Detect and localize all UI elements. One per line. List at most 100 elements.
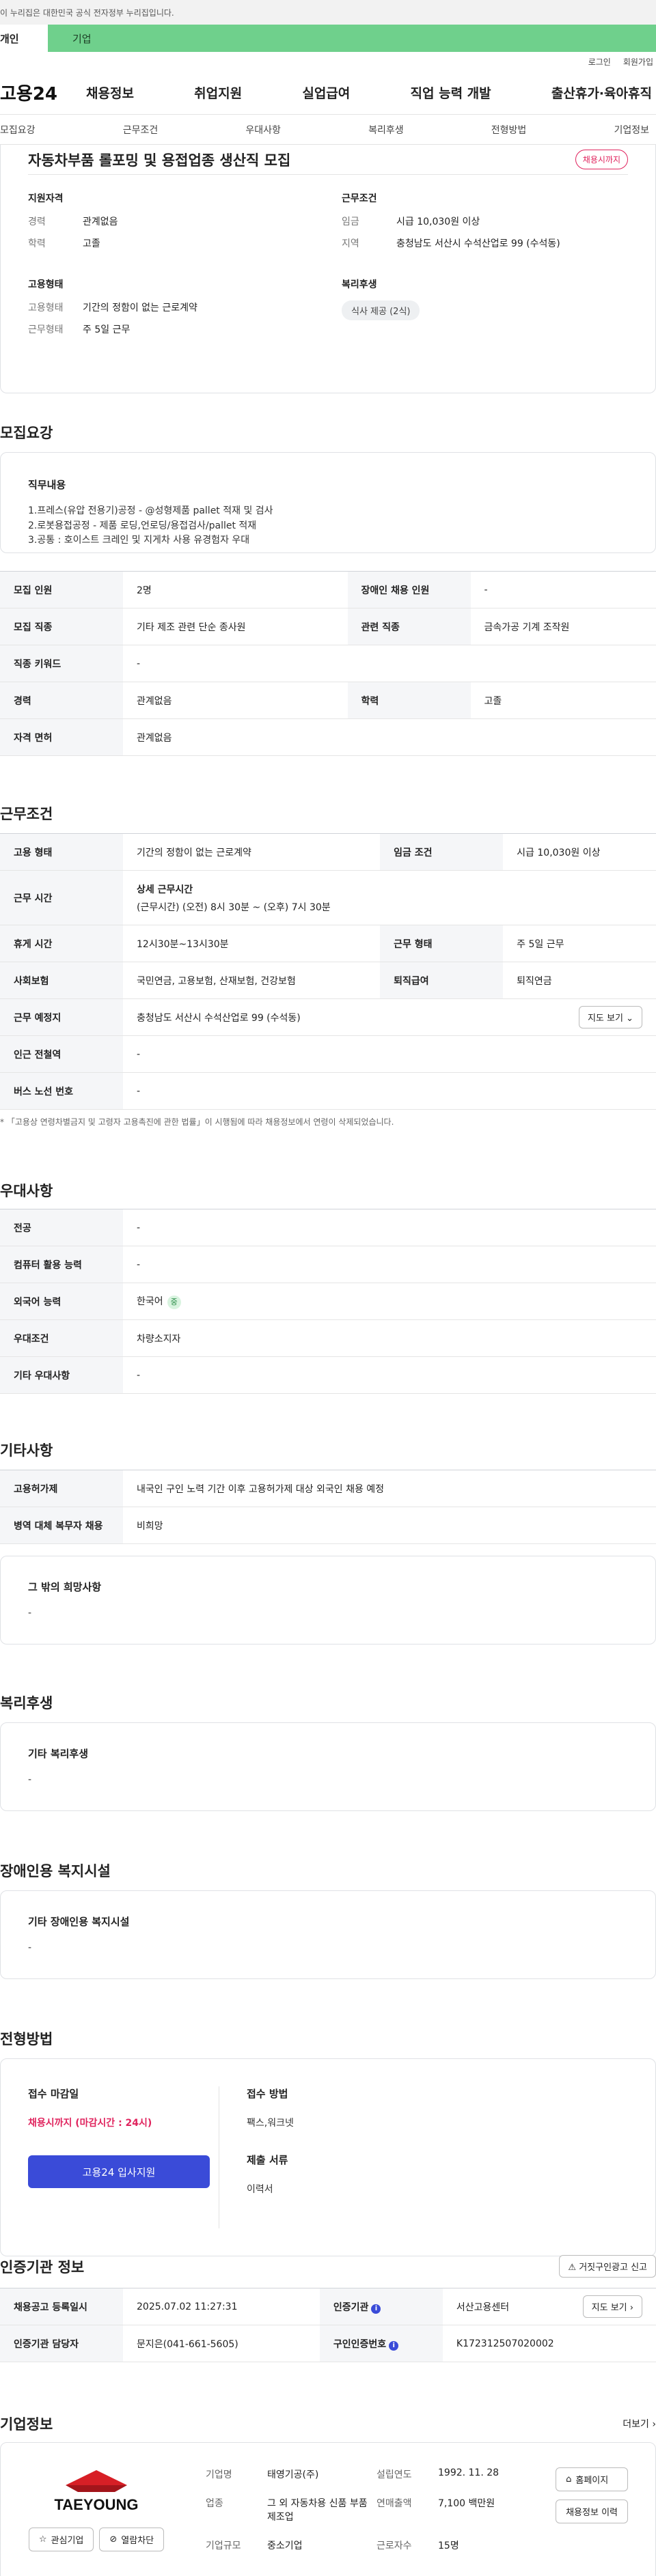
cert-no-key: 구인인증번호 i [319,2325,443,2362]
gnb-item[interactable]: 실업급여 [302,83,350,102]
agency-map-button[interactable]: 지도 보기 › [582,2295,642,2318]
section-tab[interactable]: 전형방법 [491,123,527,137]
company-logo: TAEYOUNG [54,2470,139,2513]
gnb-item[interactable]: 취업지원 [194,83,242,102]
process-card: 접수 마감일 채용시까지 (마감시간 : 24시) 고용24 입사지원 접수 방… [0,2058,656,2256]
signup-link[interactable]: 회원가입 [623,56,653,68]
td-cell: 고졸 [470,682,656,719]
info-icon[interactable]: i [389,2340,399,2351]
gnb-item[interactable]: 출산휴가·육아휴직 [551,83,652,102]
section-tabs: 모집요강 근무조건 우대사항 복리후생 전형방법 기업정보 [0,115,656,145]
etc-section-title: 기타사항 [0,1442,53,1459]
sales-key: 연매출액 [377,2498,412,2509]
block-view-button[interactable]: ⊘ 열람차단 [99,2528,165,2551]
location-cell: 충청남도 서산시 수석산업로 99 (수석동) 지도 보기 ⌄ [123,998,656,1036]
employment-heading: 고용형태 [28,279,64,290]
chevron-down-icon: ⌄ [626,1013,633,1024]
site-tabs: 개인 기업 [0,25,656,52]
gov-banner-text: 이 누리집은 대한민국 공식 전자정부 누리집입니다. [0,8,174,18]
language-cell: 한국어 중 [123,1283,656,1320]
report-button[interactable]: ⚠ 거짓구인광고 신고 [559,2255,656,2278]
emptype-value: 기간의 정함이 없는 근로계약 [83,303,197,313]
site-logo[interactable]: 고용24 [0,80,86,105]
th-cell: 근무 형태 [380,925,504,962]
agency-key-label: 인증기관 [333,2301,369,2313]
gnb-item[interactable]: 채용정보 [86,83,134,102]
job-history-button[interactable]: 채용정보 이력 [556,2500,628,2523]
table-row: 병역 대체 복무자 채용 비희망 [0,1507,656,1544]
th-cell: 장애인 채용 인원 [347,571,471,608]
chevron-right-icon: › [629,2303,633,2313]
th-cell: 병역 대체 복무자 채용 [0,1507,123,1544]
agency-name-cell: 서산고용센터 지도 보기 › [442,2288,656,2325]
favorite-company-button[interactable]: ☆ 관심기업 [28,2528,94,2551]
agency-map-label: 지도 보기 [591,2303,627,2313]
company-size-value: 중소기업 [267,2540,303,2551]
info-icon[interactable]: i [371,2304,381,2314]
career-value: 관계없음 [83,216,118,227]
homepage-button[interactable]: ⌂ 홈페이지 [556,2467,628,2491]
other-wish-text: - [28,1608,32,1619]
region-key: 지역 [342,238,359,249]
td-cell: 관계없음 [123,718,656,756]
qualification-block: 지원자격 경력 관계없음 학력 고졸 [28,191,314,258]
disabled-box-text: - [28,1942,32,1953]
section-tab[interactable]: 모집요강 [0,123,36,137]
table-row: 직종 키워드 - [0,645,656,682]
tab-personal[interactable]: 개인 [0,25,48,52]
report-label: 거짓구인광고 신고 [579,2263,647,2273]
career-key: 경력 [28,216,46,227]
company-name-key: 기업명 [206,2469,232,2480]
work-hours-title: 상세 근무시간 [137,884,193,895]
disabled-card: 기타 장애인용 복지시설 - [0,1890,656,1979]
industry-key: 업종 [206,2498,223,2509]
welfare-heading: 복리후생 [342,279,377,290]
deadline-text: 채용시까지 (마감시간 : 24시) [28,2118,152,2129]
th-cell: 고용허가제 [0,1470,123,1507]
method-heading: 접수 방법 [247,2088,288,2100]
th-cell: 퇴직급여 [380,962,504,999]
disabled-box-heading: 기타 장애인용 복지시설 [28,1916,130,1928]
emptype-key: 고용형태 [28,303,64,313]
section-tab[interactable]: 복리후생 [368,123,404,137]
block-icon: ⊘ [109,2534,118,2545]
gnb-item[interactable]: 직업 능력 개발 [411,83,491,102]
docs-text: 이력서 [247,2184,273,2195]
apply-button[interactable]: 고용24 입사지원 [28,2155,210,2188]
th-cell: 모집 인원 [0,571,123,608]
agency-name-key: 인증기관 i [319,2288,443,2325]
map-view-button[interactable]: 지도 보기 ⌄ [578,1006,642,1028]
login-link[interactable]: 로그인 [588,56,611,68]
section-tab[interactable]: 기업정보 [614,123,649,137]
td-cell: 내국인 구인 노력 기간 이후 고용허가제 대상 외국인 채용 예정 [123,1470,656,1507]
condition-heading: 근무조건 [342,193,377,204]
section-tab[interactable]: 우대사항 [245,123,281,137]
table-row: 모집 인원 2명 장애인 채용 인원 - [0,571,656,608]
table-row: 외국어 능력 한국어 중 [0,1283,656,1320]
job-history-label: 채용정보 이력 [566,2508,618,2518]
td-cell: 2명 [123,571,348,608]
process-section-title: 전형방법 [0,2031,53,2047]
th-cell: 인근 전철역 [0,1035,123,1073]
table-row: 경력 관계없음 학력 고졸 [0,682,656,719]
summary-title-row: 자동차부품 롤포밍 및 용접업종 생산직 모집 채용시까지 [28,145,628,175]
established-key: 설립연도 [377,2469,412,2480]
table-row: 휴게 시간 12시30분~13시30분 근무 형태 주 5일 근무 [0,925,656,962]
td-cell: 관계없음 [123,682,348,719]
company-size-key: 기업규모 [206,2540,241,2551]
region-value: 충청남도 서산시 수석산업로 99 (수석동) [396,238,560,249]
agency-table: 채용공고 등록일시 2025.07.02 11:27:31 인증기관 i 서산고용… [0,2288,656,2362]
section-tab[interactable]: 근무조건 [123,123,159,137]
table-row: 버스 노선 번호 - [0,1072,656,1110]
pref-table: 전공 - 컴퓨터 활용 능력 - 외국어 능력 한국어 중 우대조건 차량소지자 기타 우… [0,1209,656,1394]
other-wish-heading: 그 밖의 희망사항 [28,1581,102,1593]
th-cell: 관련 직종 [347,608,471,645]
td-cell: 시급 10,030원 이상 [503,833,656,871]
deadline-badge: 채용시까지 [575,150,628,169]
td-cell: - [123,1035,656,1073]
table-row: 인근 전철역 - [0,1035,656,1073]
table-row: 모집 직종 기타 제조 관련 단순 종사원 관련 직종 금속가공 기계 조작원 [0,608,656,645]
more-link[interactable]: 더보기 › [623,2417,656,2431]
wage-key: 임금 [342,216,359,227]
tab-company[interactable]: 기업 [48,25,656,52]
